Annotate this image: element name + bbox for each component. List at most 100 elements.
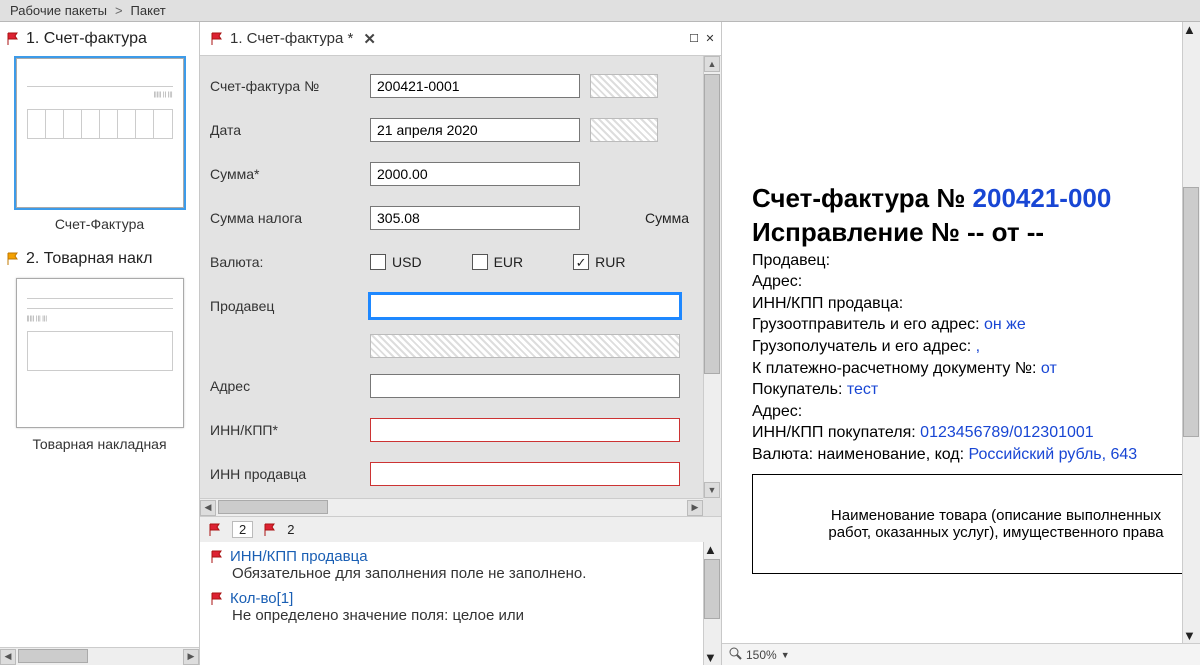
scroll-thumb[interactable] [704,559,720,619]
preview-line: ИНН/КПП покупателя: 0123456789/012301001 [752,422,1200,444]
input-inn-seller[interactable] [370,462,680,486]
thumbnail-waybill[interactable]: ||||| ||| ||| [16,278,184,428]
thumbnail-caption: Счет-Фактура [0,212,199,242]
preview-line: К платежно-расчетному документу №: от [752,358,1200,380]
input-sum[interactable] [370,162,580,186]
region-marker[interactable] [370,334,680,358]
region-marker[interactable] [590,118,658,142]
preview-line: Грузополучатель и его адрес: , [752,336,1200,358]
issues-header: 2 2 [200,516,721,542]
flag-icon [210,592,224,606]
thumbnail-caption: Товарная накладная [0,432,199,462]
scroll-up-icon[interactable]: ▲ [1183,22,1200,37]
close-icon[interactable]: ✕ [359,30,380,48]
checkbox-icon [370,254,386,270]
tabbar: 1. Счет-фактура * ✕ ☐ ✕ [200,22,721,56]
label-seller: Продавец [210,298,370,314]
issues-list: ИНН/КПП продавца Обязательное для заполн… [200,542,721,665]
input-seller[interactable] [370,294,680,318]
label-address: Адрес [210,378,370,394]
scroll-up-icon[interactable]: ▲ [704,542,721,557]
label-innkpp: ИНН/КПП* [210,422,370,438]
label-sum-right: Сумма [580,210,695,226]
preview-line: Грузоотправитель и его адрес: он же [752,314,1200,336]
scroll-down-icon[interactable]: ▼ [1183,628,1200,643]
preview-line: Покупатель: тест [752,379,1200,401]
label-sum: Сумма* [210,166,370,182]
scroll-thumb[interactable] [1183,187,1199,437]
sidebar-hscroll[interactable]: ◀ ▶ [0,647,199,665]
region-marker[interactable] [590,74,658,98]
thumbnail-invoice[interactable]: ||||| || ||| [16,58,184,208]
issue-item[interactable]: Кол-во[1] Не определено значение поля: ц… [200,588,721,630]
maximize-icon[interactable]: ☐ [687,32,701,46]
checkbox-usd[interactable]: USD [370,254,422,270]
checkbox-rur[interactable]: RUR [573,254,625,270]
issues-count-red[interactable]: 2 [232,521,253,538]
checkbox-icon [573,254,589,270]
preview-vscroll[interactable]: ▲ ▼ [1182,22,1200,643]
issue-item[interactable]: ИНН/КПП продавца Обязательное для заполн… [200,546,721,588]
issue-desc: Не определено значение поля: целое или [210,607,711,624]
editor-panel: 1. Счет-фактура * ✕ ☐ ✕ Счет-фактура № Д… [200,22,722,665]
scroll-up-icon[interactable]: ▲ [704,56,720,72]
label-invoice-no: Счет-фактура № [210,78,370,94]
preview-line: Валюта: наименование, код: Российский ру… [752,444,1200,466]
preview-line: Адрес: [752,271,1200,293]
flag-icon [208,523,222,537]
preview-subheading: Исправление № -- от -- [752,216,1200,250]
zoom-bar: 150% ▼ [722,643,1200,665]
zoom-dropdown-icon[interactable]: ▼ [781,650,790,660]
checkbox-icon [472,254,488,270]
sidebar: 1. Счет-фактура ||||| || ||| Счет-Фактур… [0,22,200,665]
label-date: Дата [210,122,370,138]
scroll-left-icon[interactable]: ◀ [200,500,216,516]
breadcrumb-root[interactable]: Рабочие пакеты [10,3,107,18]
scroll-thumb[interactable] [218,500,328,514]
breadcrumb: Рабочие пакеты > Пакет [0,0,1200,22]
sidebar-item-waybill[interactable]: 2. Товарная накл [0,242,199,274]
preview-heading-label: Счет-фактура № [752,183,973,213]
breadcrumb-current[interactable]: Пакет [131,3,166,18]
form-area: Счет-фактура № Дата Сумма* Сумма налога [200,56,721,516]
preview-line: Адрес: [752,401,1200,423]
preview-line: ИНН/КПП продавца: [752,293,1200,315]
sidebar-item-title: 2. Товарная накл [26,250,152,268]
form-hscroll[interactable]: ◀ ▶ [200,498,703,516]
preview-line: Продавец: [752,250,1200,272]
flag-icon [263,523,277,537]
input-date[interactable] [370,118,580,142]
label-tax: Сумма налога [210,210,370,226]
scroll-down-icon[interactable]: ▼ [704,482,720,498]
breadcrumb-sep: > [115,3,123,18]
input-invoice-no[interactable] [370,74,580,98]
tab-title: 1. Счет-фактура * [230,30,353,47]
issues-vscroll[interactable]: ▲ ▼ [703,542,721,665]
preview-viewport[interactable]: Счет-фактура № 200421-000 Исправление № … [722,22,1200,643]
issues-count-red2: 2 [287,522,294,537]
scroll-down-icon[interactable]: ▼ [704,650,721,665]
close-window-icon[interactable]: ✕ [703,32,717,46]
flag-icon [6,252,20,266]
flag-icon [210,550,224,564]
magnifier-icon[interactable] [728,646,742,663]
flag-icon [210,32,224,46]
sidebar-item-invoice[interactable]: 1. Счет-фактура [0,22,199,54]
preview-table-header: Наименование товара (описание выполненны… [752,474,1200,574]
tab-invoice[interactable]: 1. Счет-фактура * ✕ [200,24,390,54]
input-tax[interactable] [370,206,580,230]
scroll-left-icon[interactable]: ◀ [0,649,16,665]
scroll-right-icon[interactable]: ▶ [183,649,199,665]
label-currency: Валюта: [210,254,370,270]
scroll-right-icon[interactable]: ▶ [687,500,703,516]
zoom-value[interactable]: 150% [746,648,777,662]
issue-desc: Обязательное для заполнения поле не запо… [210,565,711,582]
input-address[interactable] [370,374,680,398]
input-innkpp[interactable] [370,418,680,442]
scroll-thumb[interactable] [704,74,720,374]
scroll-thumb[interactable] [18,649,88,663]
form-vscroll[interactable]: ▲ ▼ [703,56,721,498]
checkbox-eur[interactable]: EUR [472,254,524,270]
sidebar-item-title: 1. Счет-фактура [26,30,147,48]
flag-icon [6,32,20,46]
